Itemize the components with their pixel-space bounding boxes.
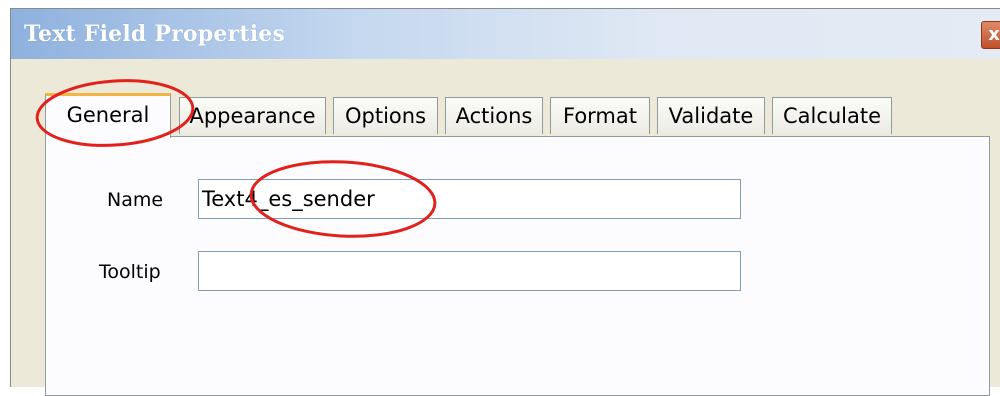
tab-general[interactable]: General bbox=[45, 93, 171, 138]
tab-format[interactable]: Format bbox=[550, 97, 650, 134]
tab-actions-label: Actions bbox=[455, 104, 533, 128]
close-button[interactable]: x bbox=[981, 21, 1000, 49]
tooltip-label: Tooltip bbox=[99, 261, 161, 283]
tab-appearance[interactable]: Appearance bbox=[179, 97, 326, 134]
tab-bar: General Appearance Options Actions Forma… bbox=[45, 93, 945, 138]
tab-appearance-label: Appearance bbox=[189, 104, 316, 128]
tab-validate[interactable]: Validate bbox=[657, 97, 765, 134]
tab-actions[interactable]: Actions bbox=[445, 97, 543, 134]
dialog-title: Text Field Properties bbox=[24, 21, 286, 47]
tab-calculate-label: Calculate bbox=[782, 104, 882, 128]
title-bar[interactable]: Text Field Properties x bbox=[11, 9, 1000, 59]
tab-calculate[interactable]: Calculate bbox=[772, 97, 892, 134]
name-field[interactable]: Text4_es_sender bbox=[198, 179, 741, 219]
tab-general-label: General bbox=[66, 103, 150, 127]
tooltip-field[interactable] bbox=[198, 251, 741, 291]
tab-options[interactable]: Options bbox=[333, 97, 438, 134]
name-label: Name bbox=[107, 189, 164, 211]
general-tab-panel: Name Text4_es_sender Tooltip bbox=[45, 136, 990, 396]
tab-options-label: Options bbox=[344, 104, 427, 128]
close-icon: x bbox=[988, 24, 1000, 45]
tab-format-label: Format bbox=[562, 104, 637, 128]
tab-validate-label: Validate bbox=[668, 104, 754, 128]
